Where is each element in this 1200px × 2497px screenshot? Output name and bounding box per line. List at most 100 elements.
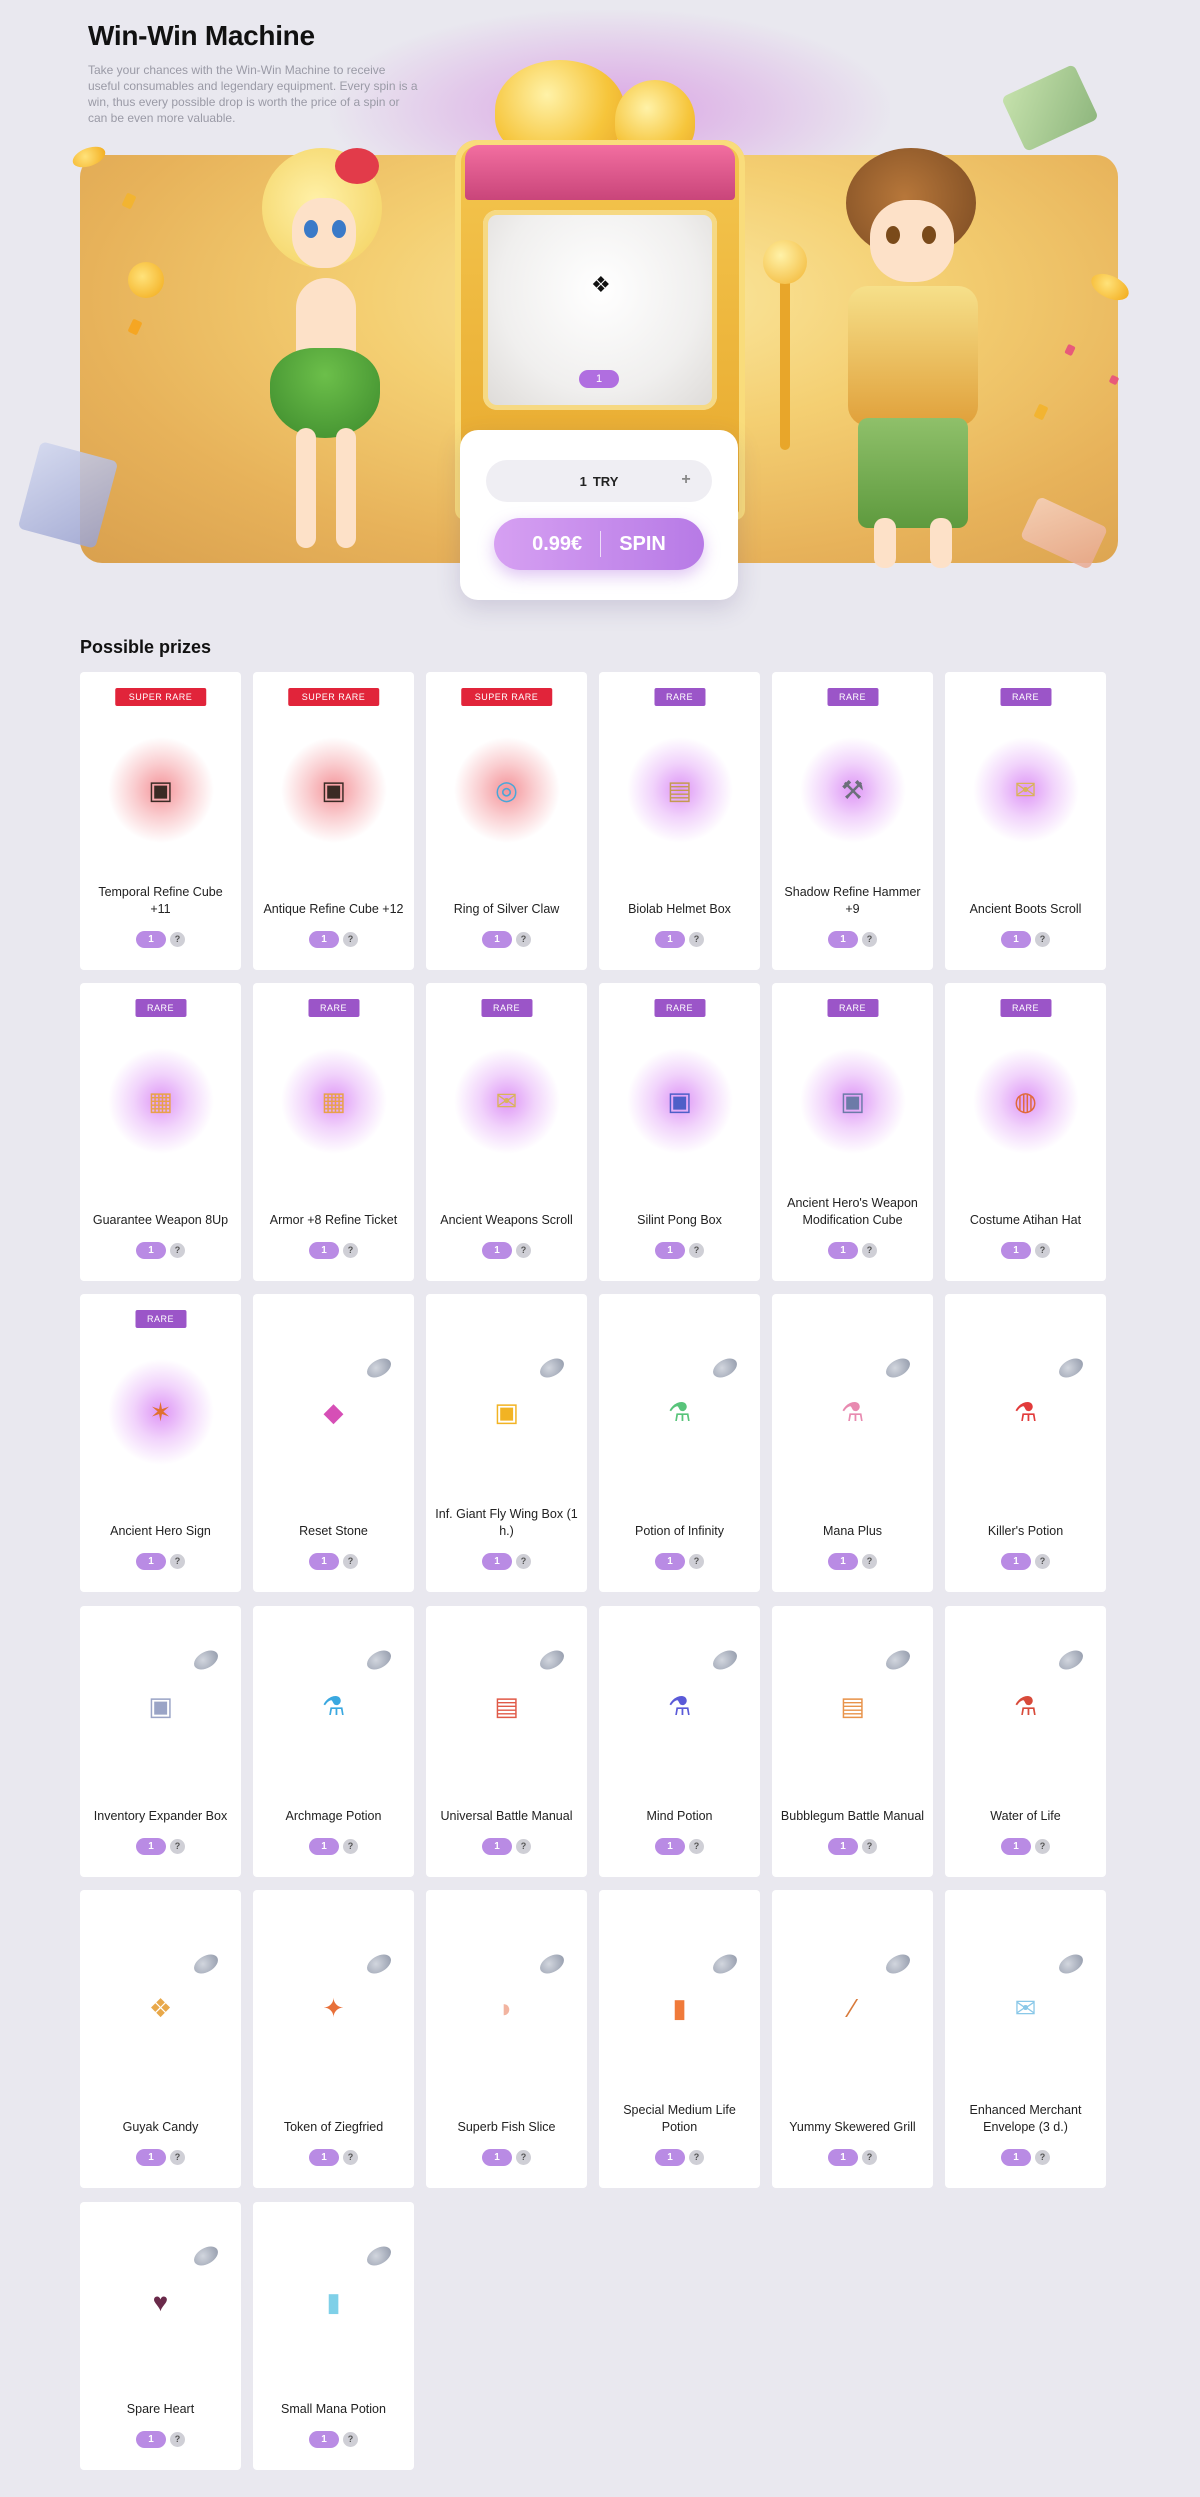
help-icon[interactable]: ? [170, 1243, 185, 1258]
help-icon[interactable]: ? [689, 932, 704, 947]
help-icon[interactable]: ? [170, 1839, 185, 1854]
prize-card[interactable]: ▮ Special Medium Life Potion 1? [599, 1890, 760, 2188]
help-icon[interactable]: ? [343, 2432, 358, 2447]
super-rare-badge: SUPER RARE [114, 688, 207, 706]
help-icon[interactable]: ? [170, 932, 185, 947]
prize-icon: ⚒ [840, 775, 865, 805]
help-icon[interactable]: ? [343, 1243, 358, 1258]
help-icon[interactable]: ? [1035, 1839, 1050, 1854]
prize-card[interactable]: RARE ▣ Silint Pong Box 1? [599, 983, 760, 1281]
prize-image: ◎ [451, 735, 562, 845]
prize-footer: 1? [80, 1242, 241, 1259]
prize-card[interactable]: ❖ Guyak Candy 1? [80, 1890, 241, 2188]
help-icon[interactable]: ? [862, 1839, 877, 1854]
prize-card[interactable]: RARE ▦ Armor +8 Refine Ticket 1? [253, 983, 414, 1281]
girl-character [200, 128, 440, 588]
prize-card[interactable]: RARE ✉ Ancient Weapons Scroll 1? [426, 983, 587, 1281]
prize-card[interactable]: ⚗ Potion of Infinity 1? [599, 1294, 760, 1592]
prize-icon: ◍ [1014, 1086, 1037, 1116]
prize-image: ⚗ [652, 1678, 708, 1734]
prize-icon: ▣ [840, 1086, 865, 1116]
prize-image: ⚗ [306, 1678, 362, 1734]
prize-card[interactable]: ⚗ Archmage Potion 1? [253, 1606, 414, 1877]
prize-quantity-badge: 1 [828, 931, 858, 948]
prize-footer: 1? [426, 2149, 587, 2166]
help-icon[interactable]: ? [343, 2150, 358, 2165]
increase-tries-button[interactable]: + [676, 470, 696, 490]
prize-card[interactable]: ✦ Token of Ziegfried 1? [253, 1890, 414, 2188]
rare-badge: RARE [826, 688, 879, 706]
prize-card[interactable]: ▤ Universal Battle Manual 1? [426, 1606, 587, 1877]
prize-card[interactable]: RARE ✶ Ancient Hero Sign 1? [80, 1294, 241, 1592]
prize-card[interactable]: ⁄ Yummy Skewered Grill 1? [772, 1890, 933, 2188]
tries-selector[interactable]: 1 TRY + [486, 460, 712, 502]
prize-card[interactable]: RARE ▦ Guarantee Weapon 8Up 1? [80, 983, 241, 1281]
prize-card[interactable]: ⚗ Water of Life 1? [945, 1606, 1106, 1877]
prize-card[interactable]: ⚗ Killer's Potion 1? [945, 1294, 1106, 1592]
prize-card[interactable]: ⚗ Mind Potion 1? [599, 1606, 760, 1877]
help-icon[interactable]: ? [689, 1554, 704, 1569]
help-icon[interactable]: ? [1035, 1554, 1050, 1569]
prize-card[interactable]: SUPER RARE ◎ Ring of Silver Claw 1? [426, 672, 587, 970]
prize-card[interactable]: ▮ Small Mana Potion 1? [253, 2202, 414, 2470]
help-icon[interactable]: ? [343, 1554, 358, 1569]
super-rare-badge: SUPER RARE [287, 688, 380, 706]
help-icon[interactable]: ? [862, 1243, 877, 1258]
help-icon[interactable]: ? [170, 1554, 185, 1569]
prize-footer: 1? [426, 1553, 587, 1570]
prize-card[interactable]: ▣ Inventory Expander Box 1? [80, 1606, 241, 1877]
prize-card[interactable]: SUPER RARE ▣ Temporal Refine Cube +11 1? [80, 672, 241, 970]
prize-card[interactable]: ◗ Superb Fish Slice 1? [426, 1890, 587, 2188]
prize-footer: 1? [599, 1242, 760, 1259]
prize-card[interactable]: SUPER RARE ▣ Antique Refine Cube +12 1? [253, 672, 414, 970]
prize-card[interactable]: ▤ Bubblegum Battle Manual 1? [772, 1606, 933, 1877]
help-icon[interactable]: ? [516, 932, 531, 947]
help-icon[interactable]: ? [1035, 932, 1050, 947]
help-icon[interactable]: ? [516, 1554, 531, 1569]
help-icon[interactable]: ? [689, 2150, 704, 2165]
spin-button[interactable]: 0.99€ SPIN [494, 518, 704, 570]
help-icon[interactable]: ? [689, 1839, 704, 1854]
help-icon[interactable]: ? [516, 1243, 531, 1258]
help-icon[interactable]: ? [1035, 2150, 1050, 2165]
help-icon[interactable]: ? [862, 932, 877, 947]
boy-character [800, 138, 1040, 588]
help-icon[interactable]: ? [170, 2432, 185, 2447]
prize-card[interactable]: ♥ Spare Heart 1? [80, 2202, 241, 2470]
help-icon[interactable]: ? [689, 1243, 704, 1258]
prize-footer: 1? [253, 2149, 414, 2166]
prize-name: Antique Refine Cube +12 [263, 902, 404, 916]
prize-card[interactable]: RARE ⚒ Shadow Refine Hammer +9 1? [772, 672, 933, 970]
help-icon[interactable]: ? [170, 2150, 185, 2165]
prize-card[interactable]: ▣ Inf. Giant Fly Wing Box (1 h.) 1? [426, 1294, 587, 1592]
prize-icon: ⚗ [667, 1397, 692, 1427]
help-icon[interactable]: ? [343, 932, 358, 947]
help-icon[interactable]: ? [516, 1839, 531, 1854]
prize-card[interactable]: RARE ▣ Ancient Hero's Weapon Modification … [772, 983, 933, 1281]
prize-card[interactable]: ⚗ Mana Plus 1? [772, 1294, 933, 1592]
prize-icon: ✉ [495, 1086, 518, 1116]
help-icon[interactable]: ? [1035, 1243, 1050, 1258]
prize-card[interactable]: ◆ Reset Stone 1? [253, 1294, 414, 1592]
prize-footer: 1? [253, 1242, 414, 1259]
prize-icon: ⚗ [321, 1691, 346, 1721]
help-icon[interactable]: ? [862, 1554, 877, 1569]
prize-card[interactable]: RARE ◍ Costume Atihan Hat 1? [945, 983, 1106, 1281]
prize-image: ▦ [105, 1046, 216, 1156]
prize-name: Silint Pong Box [637, 1213, 722, 1227]
help-icon[interactable]: ? [516, 2150, 531, 2165]
prize-footer: 1? [945, 1838, 1106, 1855]
prize-image: ⚗ [825, 1384, 881, 1440]
prize-footer: 1? [80, 2149, 241, 2166]
help-icon[interactable]: ? [343, 1839, 358, 1854]
prize-footer: 1? [426, 931, 587, 948]
prize-image: ✦ [306, 1980, 362, 2036]
prize-card[interactable]: RARE ▤ Biolab Helmet Box 1? [599, 672, 760, 970]
prize-quantity-badge: 1 [655, 931, 685, 948]
prize-icon: ▣ [148, 1691, 173, 1721]
prize-card[interactable]: RARE ✉ Ancient Boots Scroll 1? [945, 672, 1106, 970]
stone-icon [882, 1950, 914, 1978]
help-icon[interactable]: ? [862, 2150, 877, 2165]
prize-card[interactable]: ✉ Enhanced Merchant Envelope (3 d.) 1? [945, 1890, 1106, 2188]
prize-footer: 1? [945, 1553, 1106, 1570]
